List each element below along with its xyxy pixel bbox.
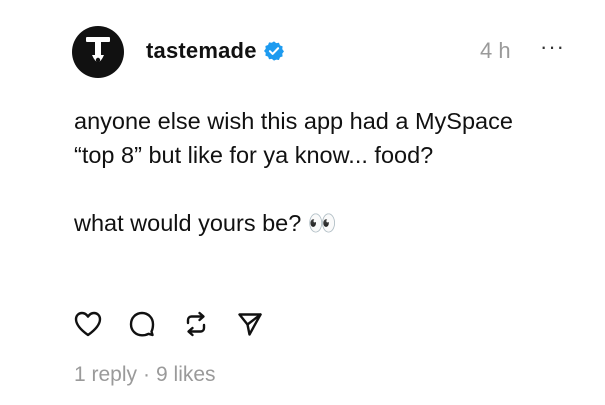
post-timestamp: 4 h (480, 38, 511, 63)
comment-icon (129, 311, 155, 337)
like-count[interactable]: 9 likes (156, 363, 216, 387)
repost-icon (186, 311, 206, 337)
send-icon (238, 313, 262, 336)
post-body: anyone else wish this app had a MySpace … (74, 104, 544, 240)
username-row: tastemade (146, 38, 285, 64)
repost-button[interactable] (182, 310, 210, 338)
action-bar (74, 310, 264, 338)
heart-icon (74, 311, 102, 337)
post-stats: 1 reply · 9 likes (74, 363, 216, 387)
avatar[interactable] (72, 26, 124, 78)
tastemade-logo-icon (86, 37, 110, 63)
more-options-button[interactable]: ··· (540, 34, 565, 60)
stats-separator: · (143, 363, 151, 386)
username[interactable]: tastemade (146, 38, 257, 64)
reply-button[interactable] (128, 310, 156, 338)
reply-count[interactable]: 1 reply (74, 363, 137, 387)
share-button[interactable] (236, 310, 264, 338)
like-button[interactable] (74, 310, 102, 338)
post-text-paragraph-1: anyone else wish this app had a MySpace … (74, 108, 513, 168)
verified-badge-icon (263, 40, 285, 62)
post-text-paragraph-2: what would yours be? 👀 (74, 210, 338, 236)
thread-post: tastemade 4 h ··· anyone else wish this … (0, 0, 605, 405)
